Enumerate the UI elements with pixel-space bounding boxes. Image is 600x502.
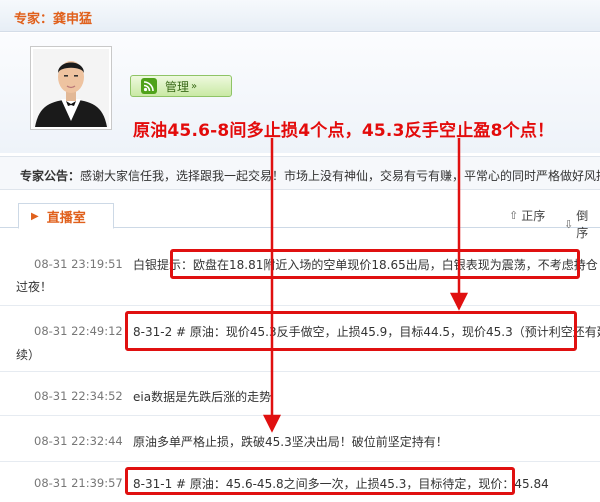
notice-text: 感谢大家信任我，选择跟我一起交易！市场上没有神仙，交易有亏有赚，平常心的同时严格… [80,169,600,183]
avatar [30,46,112,130]
feed-entry-time: 08-31 22:49:12 [34,324,123,338]
expert-title: 专家：龚申猛 [14,12,93,27]
chevron-right-icon: » [191,80,198,92]
notice-label: 专家公告： [20,169,81,183]
sort-ascending-label: 正序 [521,209,546,223]
manage-button-label: 管理 [165,79,190,94]
arrow-down-icon: ⇩ [564,217,574,231]
arrow-up-icon: ⇧ [509,209,519,222]
feed-entry: 08-31 22:34:52 eia数据是先跌后涨的走势 [0,372,600,416]
highlight-box [125,311,577,351]
expert-notice: 专家公告：感谢大家信任我，选择跟我一起交易！市场上没有神仙，交易有亏有赚，平常心… [0,156,600,190]
feed-entry-text: eia数据是先跌后涨的走势 [133,390,272,404]
tab-live-room-label: 直播室 [46,210,86,226]
rss-icon [141,78,157,94]
highlight-box [170,249,580,279]
feed-entry-time: 08-31 23:19:51 [34,257,123,271]
feed-entry-text: 原油多单严格止损，跌破45.3坚决出局！破位前坚定持有！ [133,435,448,449]
manage-button[interactable]: 管理 » [130,75,232,97]
feed-entry: 08-31 22:32:44 原油多单严格止损，跌破45.3坚决出局！破位前坚定… [0,416,600,462]
feed-entry-time: 08-31 22:34:52 [34,389,123,403]
feed-entry-text-continued: 过夜！ [16,280,53,294]
feed-entry-time: 08-31 21:39:57 [34,476,123,490]
feed-entry-time: 08-31 22:32:44 [34,434,123,448]
tab-live-room[interactable]: ▶ 直播室 [18,203,114,229]
sort-ascending-button[interactable]: ⇧ 正序 [509,207,545,224]
headline-annotation: 原油45.6-8间多止损4个点，45.3反手空止盈8个点！ [133,121,555,141]
profile-panel: 管理 » 原油45.6-8间多止损4个点，45.3反手空止盈8个点！ [0,33,600,153]
avatar-portrait-image [33,49,109,127]
expert-header: 专家：龚申猛 [0,0,600,32]
arrow-right-icon: ▶ [31,210,39,222]
feed-entry-text-continued: 续） [16,348,41,362]
highlight-box [125,467,515,495]
live-tab-bar: ▶ 直播室 ⇧ 正序 ⇩ 倒序 [0,198,600,240]
